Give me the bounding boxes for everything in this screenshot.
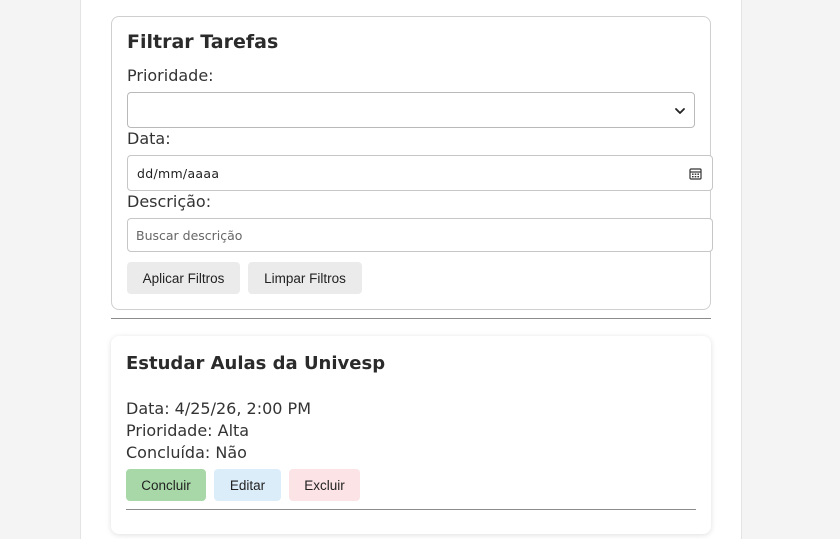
section-divider xyxy=(111,318,711,319)
filter-title: Filtrar Tarefas xyxy=(127,31,279,53)
task-priority: Prioridade: Alta xyxy=(126,421,250,440)
description-search-input[interactable]: Buscar descrição xyxy=(127,218,713,252)
complete-task-button[interactable]: Concluir xyxy=(126,469,206,501)
description-label: Descrição: xyxy=(127,192,212,211)
chevron-down-icon xyxy=(675,108,685,114)
edit-task-button[interactable]: Editar xyxy=(214,469,281,501)
apply-filters-button[interactable]: Aplicar Filtros xyxy=(127,262,240,294)
task-completed-status: Concluída: Não xyxy=(126,443,247,462)
task-title: Estudar Aulas da Univesp xyxy=(126,353,386,374)
delete-task-button[interactable]: Excluir xyxy=(289,469,360,501)
date-input[interactable]: dd/mm/aaaa xyxy=(127,155,713,191)
date-label: Data: xyxy=(127,129,171,148)
task-date: Data: 4/25/26, 2:00 PM xyxy=(126,399,311,418)
date-placeholder: dd/mm/aaaa xyxy=(137,166,220,181)
task-divider xyxy=(126,509,696,510)
priority-label: Prioridade: xyxy=(127,66,214,85)
clear-filters-button[interactable]: Limpar Filtros xyxy=(248,262,362,294)
calendar-icon[interactable] xyxy=(689,167,702,180)
priority-select[interactable] xyxy=(127,92,695,128)
description-placeholder: Buscar descrição xyxy=(136,228,243,243)
